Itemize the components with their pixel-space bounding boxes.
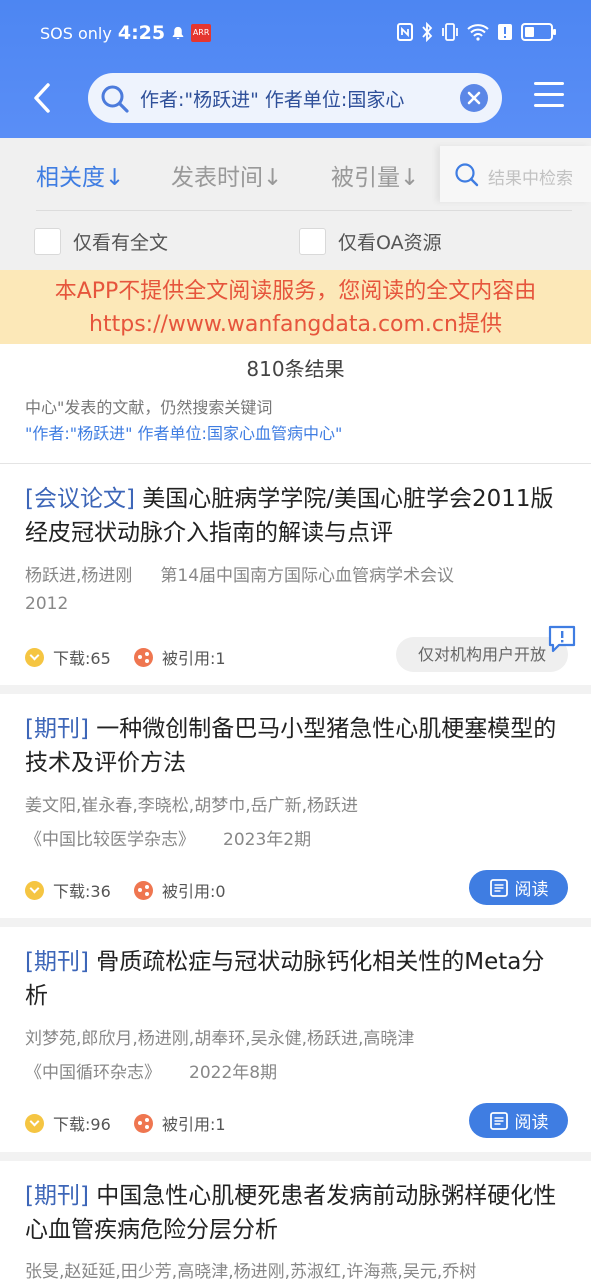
sort-citations[interactable]: 被引量↓ [331,158,419,192]
search-in-results[interactable]: 结果中检索 [440,146,591,202]
search-tip-line-1: 中心"发表的文献，仍然搜索关键词 [25,398,273,417]
search-bar[interactable]: 作者:"杨跃进" 作者单位:国家心 [88,73,502,123]
result-item[interactable]: [期刊] 一种微创制备巴马小型猪急性心肌梗塞模型的技术及评价方法 姜文阳,崔永春… [0,694,591,927]
document-icon [489,878,508,897]
status-bar: SOS only 4:25 ARR [0,18,591,50]
citation-count: 被引用:0 [134,878,226,902]
institution-only-button[interactable]: 仅对机构用户开放 [396,637,568,672]
search-icon [101,85,129,113]
read-button[interactable]: 阅读 [469,870,568,905]
notice-line-1: 本APP不提供全文阅读服务，您阅读的全文内容由 [54,279,537,304]
download-count: 下载:96 [25,1111,111,1135]
alert-icon [498,24,512,40]
result-title[interactable]: [会议论文] 美国心脏病学学院/美国心脏学会2011版经皮冠状动脉介入指南的解读… [25,482,565,550]
nfc-icon [397,23,413,41]
result-count: 810条结果 [0,344,591,392]
result-source: 《中国循环杂志》 2022年8期 [25,1058,277,1083]
share-icon [134,1113,153,1133]
result-source: 《中国比较医学杂志》 2023年2期 [25,825,311,850]
result-authors: 杨跃进,杨进刚 第14届中国南方国际心血管病学术会议 [25,566,455,586]
notice-line-2: https://www.wanfangdata.com.cn提供 [89,312,502,337]
checkbox-full-text[interactable] [34,228,61,255]
result-type: [会议论文] [25,486,135,512]
share-icon [134,647,153,667]
share-icon [134,880,153,900]
result-year: 2022年8期 [189,1063,278,1083]
filter-oa[interactable]: 仅看OA资源 [299,228,442,255]
back-button[interactable] [24,78,60,118]
result-title[interactable]: [期刊] 一种微创制备巴马小型猪急性心肌梗塞模型的技术及评价方法 [25,712,565,780]
clock: 4:25 [117,22,166,44]
result-type: [期刊] [25,949,89,975]
result-authors: 张旻,赵延延,田少芳,高晓津,杨进刚,苏淑红,许海燕,吴元,乔树 [25,1262,477,1280]
menu-button[interactable] [534,82,564,114]
result-item[interactable]: [期刊] 骨质疏松症与冠状动脉钙化相关性的Meta分析 刘梦苑,郎欣月,杨进刚,… [0,927,591,1161]
result-type: [期刊] [25,1183,89,1209]
close-icon [467,91,481,105]
sort-filter-bar: 相关度↓ 发表时间↓ 被引量↓ 结果中检索 仅看有全文 仅看OA资源 [0,138,591,270]
search-tip: 中心"发表的文献，仍然搜索关键词 "作者:"杨跃进" 作者单位:国家心血管病中心… [0,392,591,464]
download-icon [25,880,44,900]
search-icon [455,163,479,187]
download-count: 下载:65 [25,645,111,669]
download-icon [25,647,44,667]
result-year: 2012 [25,594,69,614]
result-type: [期刊] [25,716,89,742]
download-count: 下载:36 [25,878,111,902]
read-button-label: 阅读 [514,1113,549,1133]
search-in-results-placeholder: 结果中检索 [488,169,573,189]
result-item[interactable]: [期刊] 中国急性心肌梗死患者发病前动脉粥样硬化性心血管疾病危险分层分析 张旻,… [0,1161,591,1280]
app-header: SOS only 4:25 ARR 作者:"杨跃进" 作者单位:国家心 [0,0,591,138]
citation-count: 被引用:1 [134,645,226,669]
search-tip-line-2[interactable]: "作者:"杨跃进" 作者单位:国家心血管病中心" [25,420,342,444]
read-button[interactable]: 阅读 [469,1103,568,1138]
citation-count: 被引用:1 [134,1111,226,1135]
menu-icon [534,82,564,85]
document-icon [489,1111,508,1130]
read-button-label: 阅读 [514,880,549,900]
bluetooth-icon [422,22,433,42]
result-item[interactable]: [会议论文] 美国心脏病学学院/美国心脏学会2011版经皮冠状动脉介入指南的解读… [0,464,591,694]
result-year: 2023年2期 [223,830,312,850]
result-venue: 《中国比较医学杂志》 [25,830,195,850]
sort-publish-time[interactable]: 发表时间↓ [171,158,282,192]
battery-icon [521,23,556,41]
notice-banner: 本APP不提供全文阅读服务，您阅读的全文内容由 https://www.wanf… [0,270,591,344]
result-title[interactable]: [期刊] 中国急性心肌梗死患者发病前动脉粥样硬化性心血管疾病危险分层分析 [25,1179,565,1247]
app-badge-icon: ARR [191,24,212,42]
filter-full-text[interactable]: 仅看有全文 [34,228,168,255]
result-title[interactable]: [期刊] 骨质疏松症与冠状动脉钙化相关性的Meta分析 [25,945,565,1013]
vibrate-icon [442,23,458,41]
filter-full-text-label: 仅看有全文 [73,232,169,254]
wifi-icon [467,24,489,41]
filter-oa-label: 仅看OA资源 [338,232,442,254]
clear-search-button[interactable] [460,84,488,112]
feedback-icon[interactable] [547,624,577,654]
result-venue: 第14届中国南方国际心血管病学术会议 [160,566,455,586]
divider [36,210,572,211]
chevron-left-icon [34,83,50,113]
notification-bell-icon [172,26,184,40]
result-authors: 刘梦苑,郎欣月,杨进刚,胡奉环,吴永健,杨跃进,高晓津 [25,1029,415,1049]
sort-relevance[interactable]: 相关度↓ [36,158,124,192]
carrier-label: SOS only [40,23,112,43]
result-authors: 姜文阳,崔永春,李晓松,胡梦巾,岳广新,杨跃进 [25,796,359,816]
download-icon [25,1113,44,1133]
result-venue: 《中国循环杂志》 [25,1063,161,1083]
search-query[interactable]: 作者:"杨跃进" 作者单位:国家心 [140,85,452,112]
checkbox-oa[interactable] [299,228,326,255]
